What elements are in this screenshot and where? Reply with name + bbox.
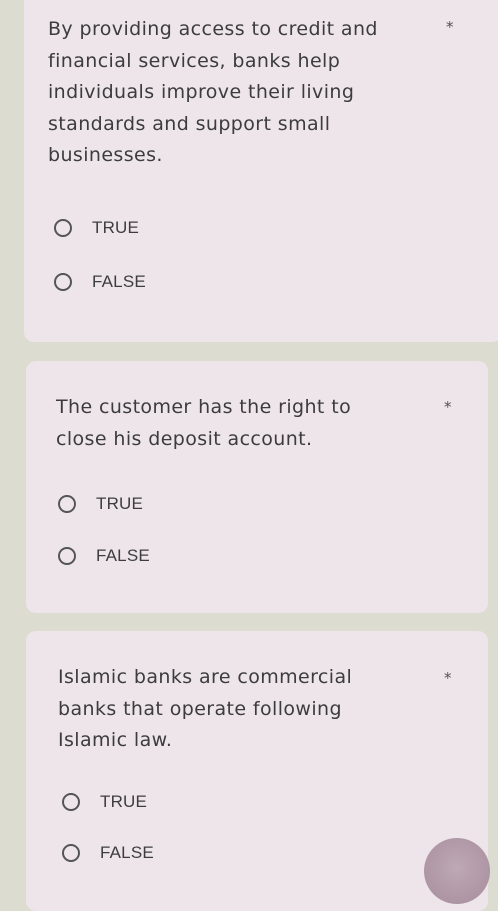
- question-line: The customer has the right to: [56, 396, 352, 418]
- option-false[interactable]: FALSE: [54, 272, 146, 292]
- option-false[interactable]: FALSE: [62, 843, 154, 863]
- radio-button[interactable]: [54, 219, 72, 237]
- floating-touch-indicator: [424, 838, 490, 904]
- question-line: individuals improve their living: [48, 81, 355, 103]
- question-text: By providing access to credit and financ…: [48, 14, 378, 172]
- option-label: FALSE: [92, 272, 146, 291]
- option-true[interactable]: TRUE: [54, 218, 139, 238]
- option-true[interactable]: TRUE: [62, 792, 147, 812]
- radio-button[interactable]: [62, 793, 80, 811]
- radio-button[interactable]: [54, 273, 72, 291]
- question-line: close his deposit account.: [56, 427, 313, 450]
- option-true[interactable]: TRUE: [58, 494, 143, 514]
- question-text: The customer has the right to close his …: [56, 392, 351, 455]
- option-false[interactable]: FALSE: [58, 546, 150, 566]
- question-card-1: By providing access to credit and financ…: [24, 0, 498, 342]
- option-label: FALSE: [96, 546, 150, 565]
- option-label: TRUE: [92, 218, 140, 237]
- radio-button[interactable]: [62, 844, 80, 862]
- radio-button[interactable]: [58, 547, 76, 565]
- required-asterisk: *: [444, 669, 452, 687]
- question-line: Islamic law.: [58, 729, 173, 751]
- question-line: financial services, banks help: [48, 49, 341, 72]
- required-asterisk: *: [444, 398, 452, 416]
- option-label: FALSE: [100, 843, 154, 862]
- question-card-3: Islamic banks are commercial banks that …: [26, 631, 488, 911]
- option-label: TRUE: [96, 494, 144, 513]
- radio-button[interactable]: [58, 495, 76, 513]
- question-line: banks that operate following: [58, 697, 342, 720]
- question-line: standards and support small: [48, 112, 331, 135]
- question-line: Islamic banks are commercial: [58, 666, 353, 688]
- required-asterisk: *: [446, 18, 454, 36]
- question-line: businesses.: [48, 144, 163, 166]
- question-text: Islamic banks are commercial banks that …: [58, 662, 352, 757]
- question-card-2: The customer has the right to close his …: [26, 361, 488, 613]
- question-line: By providing access to credit and: [48, 18, 378, 40]
- option-label: TRUE: [100, 792, 148, 811]
